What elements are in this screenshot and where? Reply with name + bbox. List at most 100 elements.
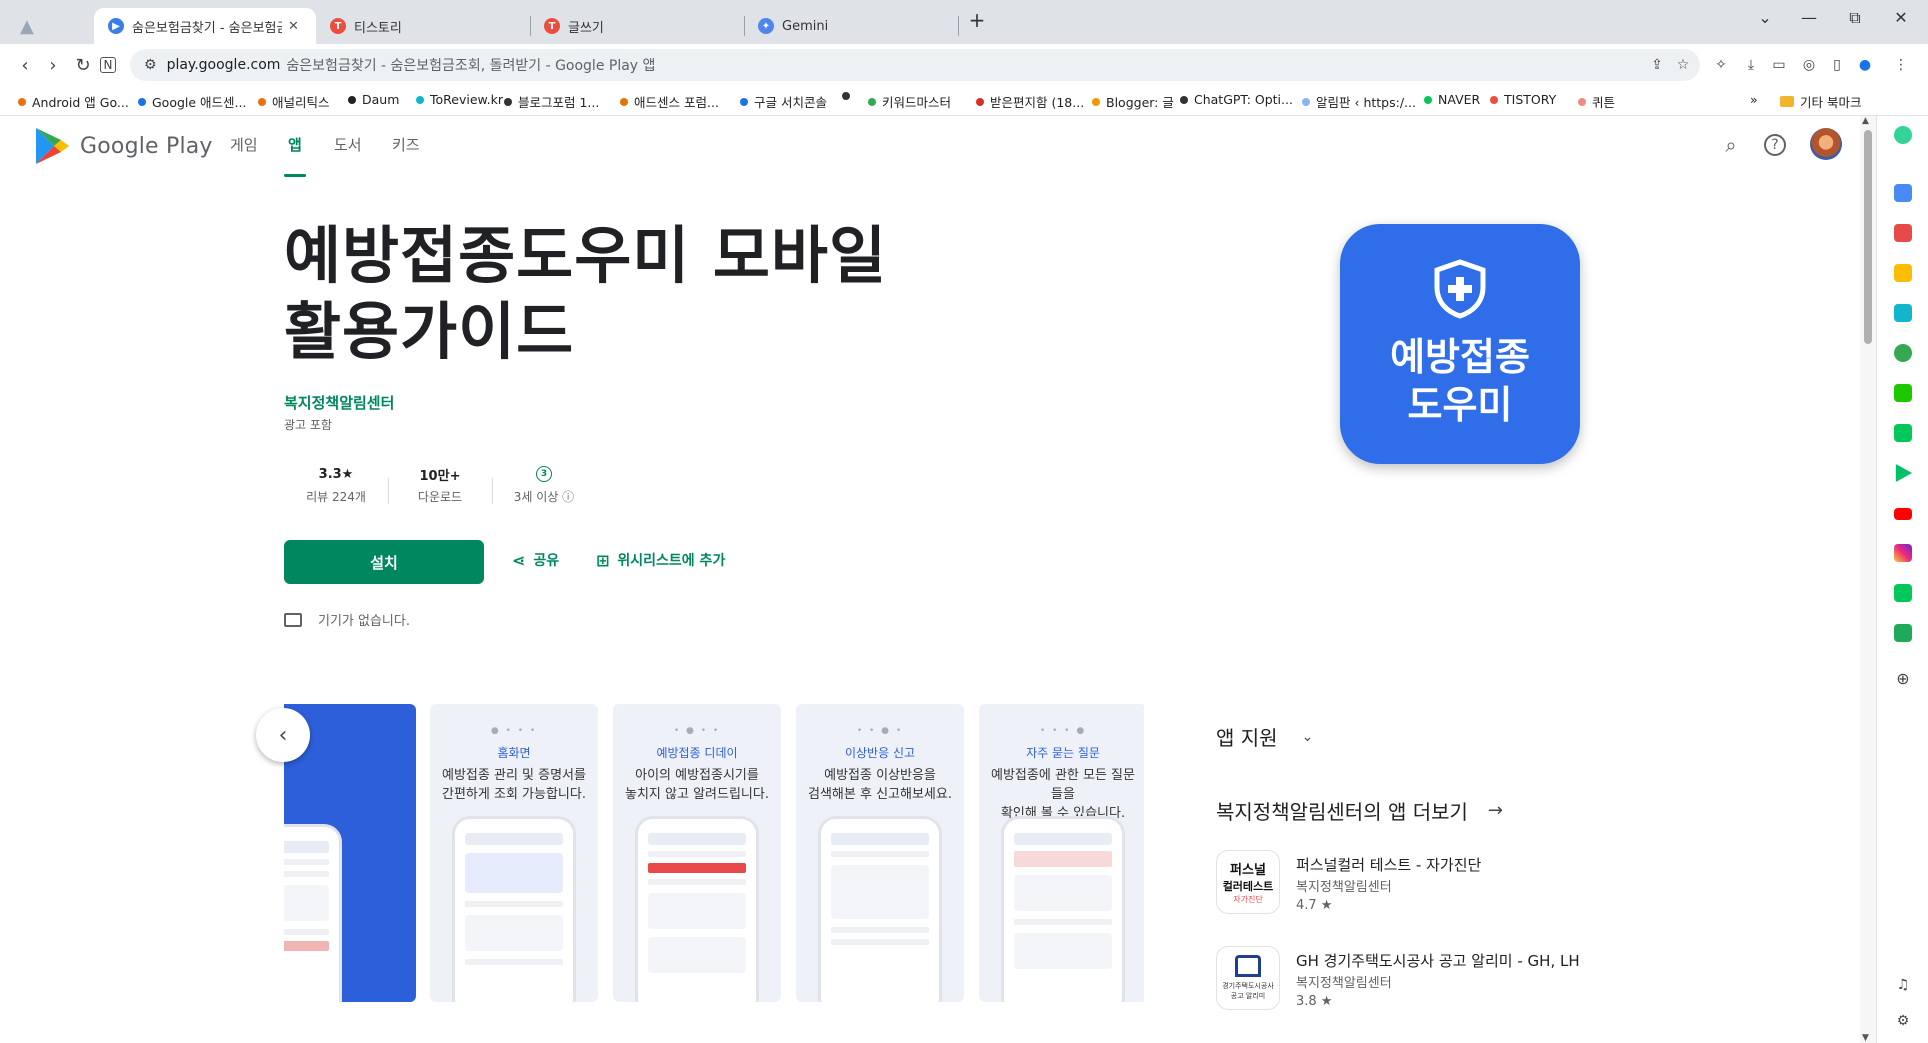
nav-kids[interactable]: 키즈 [392, 134, 420, 155]
related-app-0-icon-text-2: 컬러테스트 [1222, 880, 1274, 893]
tab-0-close-icon[interactable]: ✕ [288, 19, 299, 34]
wishlist-button[interactable]: ⊞ 위시리스트에 추가 [596, 550, 725, 570]
side-note-icon[interactable] [1894, 424, 1912, 442]
bookmark-item[interactable]: Blogger: 글 [1092, 92, 1174, 111]
side-bag-icon[interactable] [1894, 584, 1912, 602]
tab-separator [958, 16, 959, 36]
side-add-icon[interactable]: ⊕ [1894, 670, 1912, 688]
account-avatar[interactable] [1810, 128, 1842, 160]
bookmark-item[interactable]: 애드센스 포럼... [620, 92, 719, 111]
scroll-up-icon[interactable]: ▲ [1862, 116, 1869, 126]
naver-extension-icon[interactable]: N [100, 57, 116, 73]
side-copilot-icon[interactable] [1894, 126, 1912, 144]
minimize-button[interactable]: — [1794, 8, 1824, 27]
bookmark-item[interactable]: 알림판 ‹ https:/... [1302, 92, 1416, 111]
side-instagram-icon[interactable] [1894, 544, 1912, 562]
bookmark-item[interactable]: Daum [348, 92, 399, 107]
restore-button[interactable]: ⧉ [1840, 8, 1870, 28]
extensions-icon[interactable]: ✧ [1712, 56, 1730, 74]
search-icon[interactable]: ⌕ [1718, 132, 1744, 158]
scrollbar-thumb[interactable] [1864, 130, 1872, 344]
more-apps-heading[interactable]: 복지정책알림센터의 앱 더보기 → [1216, 796, 1503, 825]
related-app-1[interactable]: 경기주택도시공사 공고 알리미 GH 경기주택도시공사 공고 알리미 - GH,… [1216, 946, 1580, 1016]
bookmark-item[interactable]: ToReview.kr [416, 92, 503, 107]
help-icon[interactable]: ? [1764, 134, 1786, 156]
side-pocket-icon[interactable] [1894, 224, 1912, 242]
downloads-label: 다운로드 [417, 490, 463, 504]
site-info-icon[interactable]: ⚙ [144, 57, 157, 73]
related-app-0-developer: 복지정책알림센터 [1296, 880, 1392, 895]
screenshot-carousel[interactable]: ● • • • 홈화면 예방접종 관리 및 증명서를 간편하게 조회 가능합니다.… [284, 704, 1144, 1006]
screenshot-1[interactable]: ● • • • 홈화면 예방접종 관리 및 증명서를 간편하게 조회 가능합니다. [430, 704, 598, 1002]
related-app-1-icon-text: 경기주택도시공사 [1222, 982, 1274, 990]
age-rating-label[interactable]: 3세 이상 ⓘ [492, 488, 596, 505]
scroll-down-icon[interactable]: ▼ [1862, 1033, 1869, 1043]
tab-0[interactable]: ▶ 숨은보험금찾기 - 숨은보험금조회 ✕ [94, 8, 316, 44]
carousel-prev-button[interactable]: ‹ [256, 708, 310, 762]
address-bar[interactable]: ⚙ play.google.com 숨은보험금찾기 - 숨은보험금조회, 돌려받… [130, 49, 1700, 81]
share-button[interactable]: ⋖ 공유 [512, 550, 559, 570]
side-settings-icon[interactable]: ⚙ [1894, 1012, 1912, 1030]
bookmark-item[interactable] [842, 92, 856, 100]
bookmark-item[interactable]: 애널리틱스 [258, 92, 330, 111]
side-leaf-icon[interactable] [1894, 624, 1912, 642]
side-chat-icon[interactable] [1894, 384, 1912, 402]
side-youtube-icon[interactable] [1894, 508, 1912, 520]
tab-2[interactable]: T 글쓰기 [530, 8, 744, 44]
bookmark-item[interactable]: 구글 서치콘솔 [740, 92, 827, 111]
screenshot-3[interactable]: • • ● • 이상반응 신고 예방접종 이상반응을 검색해본 후 신고해보세요. [796, 704, 964, 1002]
screenshot-1-desc: 예방접종 관리 및 증명서를 간편하게 조회 가능합니다. [442, 768, 586, 802]
tab-3[interactable]: ✦ Gemini [744, 8, 958, 44]
bookmarks-bar: » 기타 북마크 Android 앱 Go... Google 애드센... 애널리… [0, 86, 1928, 116]
forward-arrow-icon[interactable]: › [40, 52, 66, 78]
bookmark-favicon-icon [740, 97, 748, 106]
bookmark-item[interactable]: 키워드마스터 [868, 92, 951, 111]
nav-games[interactable]: 게임 [230, 134, 258, 155]
bookmark-item[interactable]: 받은편지함 (18... [976, 92, 1084, 111]
side-panel-icon[interactable]: ▯ [1828, 56, 1846, 74]
related-app-0[interactable]: 퍼스널 컬러테스트 자가진단 퍼스널컬러 테스트 - 자가진단 복지정책알림센터… [1216, 850, 1576, 920]
side-green-circle-icon[interactable] [1894, 344, 1912, 362]
close-window-button[interactable]: ✕ [1886, 8, 1916, 27]
tab-search-icon[interactable]: ⌄ [1750, 8, 1780, 27]
side-play-icon[interactable] [1895, 464, 1912, 482]
other-bookmarks-folder[interactable]: 기타 북마크 [1780, 92, 1861, 111]
device-icon [284, 612, 302, 627]
screenshot-icon[interactable]: ◎ [1800, 56, 1818, 74]
nav-books[interactable]: 도서 [334, 134, 362, 155]
side-bell-icon[interactable]: ♫ [1894, 976, 1912, 994]
bookmark-favicon-icon [1578, 97, 1586, 106]
screenshot-4[interactable]: • • • ● 자주 묻는 질문 예방접종에 관한 모든 질문들을 확인해 볼 수… [979, 704, 1144, 1002]
bookmark-item[interactable]: 블로그포럼 1... [504, 92, 599, 111]
bookmarks-overflow-button[interactable]: » [1750, 92, 1758, 107]
new-tab-button[interactable]: + [962, 8, 992, 32]
bookmark-item[interactable]: Android 앱 Go... [18, 92, 129, 111]
screenshot-dots: ● • • • [490, 726, 538, 736]
reload-icon[interactable]: ↻ [70, 52, 96, 78]
back-arrow-icon[interactable]: ‹ [12, 52, 38, 78]
download-icon[interactable]: ⤓ [1742, 56, 1760, 74]
bookmark-item[interactable]: TISTORY [1490, 92, 1556, 107]
share-page-icon[interactable]: ⇪ [1648, 56, 1666, 74]
bookmark-star-icon[interactable]: ☆ [1674, 56, 1692, 74]
page-scrollbar[interactable]: ▲ ▼ [1860, 116, 1876, 1043]
bookmark-item[interactable]: 퀴튼 [1578, 92, 1615, 111]
screenshot-2[interactable]: • ● • • 예방접종 디데이 아이의 예방접종시기를 놓치지 않고 알려드립니… [613, 704, 781, 1002]
developer-link[interactable]: 복지정책알림센터 [284, 392, 394, 413]
bookmark-item[interactable]: Google 애드센... [138, 92, 246, 111]
bookmark-item[interactable]: NAVER [1424, 92, 1480, 107]
nav-apps[interactable]: 앱 [288, 134, 302, 155]
profile-icon[interactable]: ● [1856, 56, 1874, 74]
video-icon[interactable]: ▭ [1770, 56, 1788, 74]
bookmark-item[interactable]: ChatGPT: Opti... [1180, 92, 1293, 107]
tab-overflow-icon[interactable]: ▲ [4, 8, 54, 44]
side-star-icon[interactable] [1894, 264, 1912, 282]
app-support-section[interactable]: 앱 지원 ⌄ [1216, 722, 1313, 751]
side-app-icon[interactable] [1894, 184, 1912, 202]
tab-1[interactable]: T 티스토리 [316, 8, 530, 44]
side-teal-icon[interactable] [1894, 304, 1912, 322]
folder-icon [1780, 96, 1794, 107]
menu-kebab-icon[interactable]: ⋮ [1892, 56, 1910, 74]
google-play-logo[interactable]: Google Play [34, 126, 213, 166]
install-button[interactable]: 설치 [284, 540, 484, 584]
